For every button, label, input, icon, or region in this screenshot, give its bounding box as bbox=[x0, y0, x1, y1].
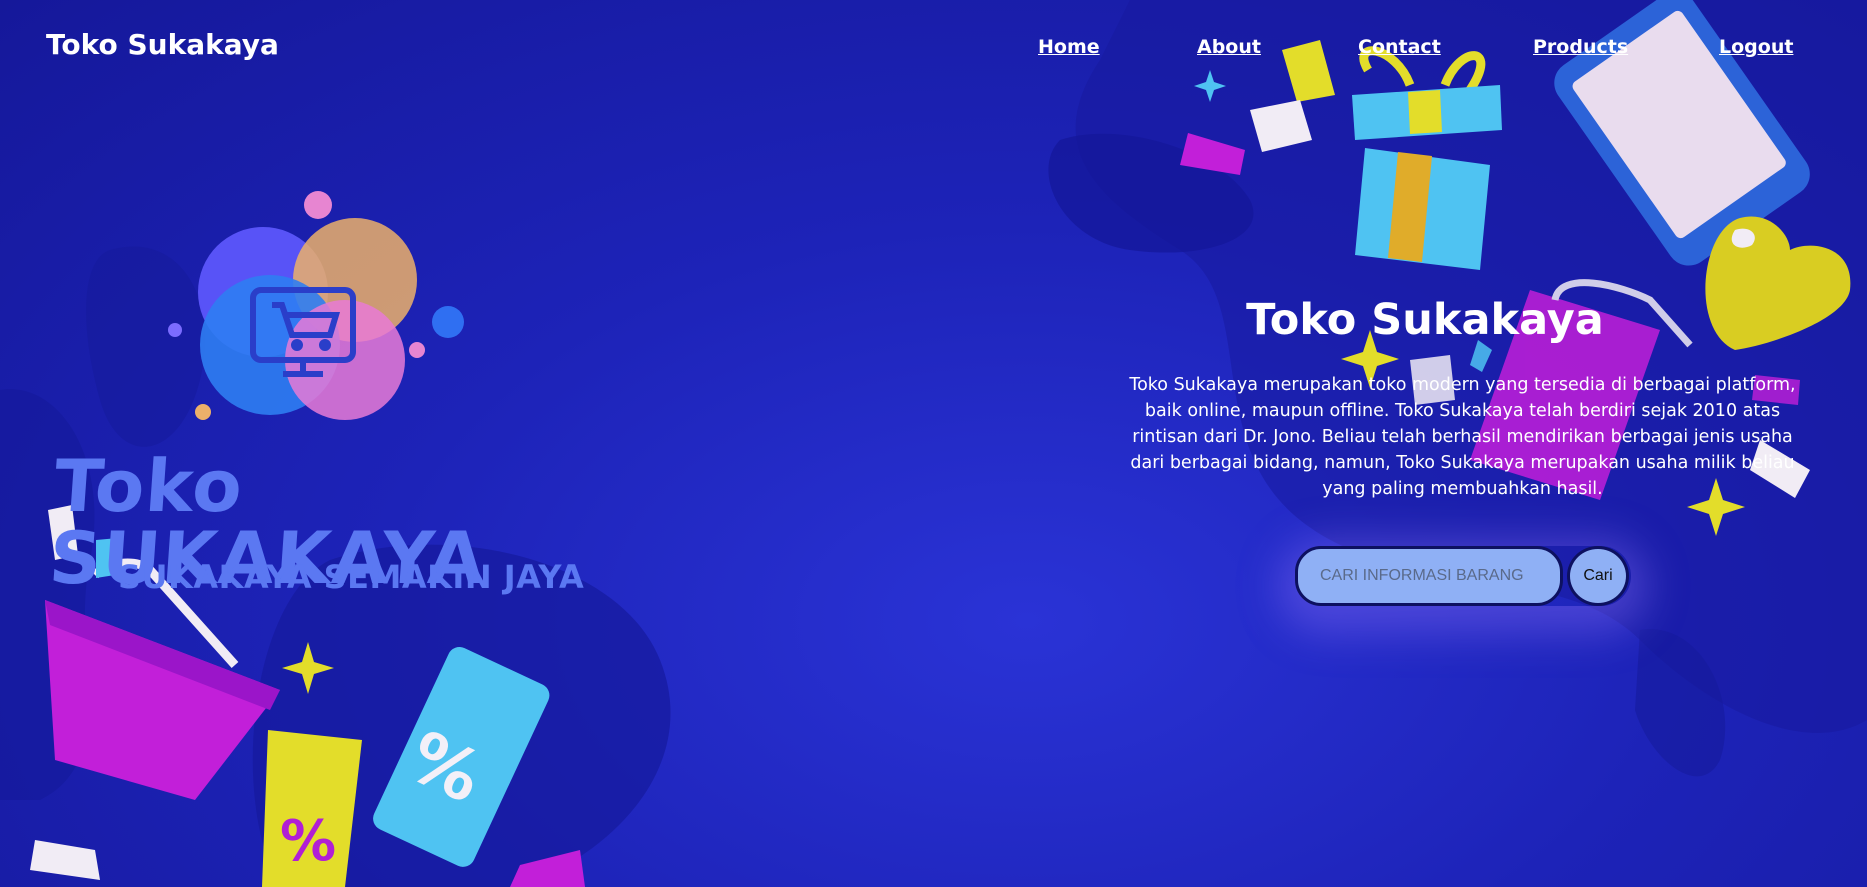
blob-shape bbox=[86, 246, 206, 447]
confetti-shape bbox=[1731, 228, 1755, 248]
logo-tagline: SUKAKAYA SEMAKIN JAYA bbox=[118, 558, 585, 596]
nav-link-contact[interactable]: Contact bbox=[1358, 36, 1441, 58]
search-input[interactable] bbox=[1295, 546, 1563, 606]
confetti-shape bbox=[30, 840, 100, 880]
nav-link-products[interactable]: Products bbox=[1533, 36, 1628, 58]
top-nav: Home About Contact Products Logout bbox=[0, 36, 1867, 66]
search-button[interactable]: Cari bbox=[1567, 546, 1629, 606]
svg-text:%: % bbox=[280, 809, 336, 874]
percent-icon: % bbox=[262, 730, 362, 887]
nav-link-home[interactable]: Home bbox=[1038, 36, 1100, 58]
logo-emblem bbox=[168, 191, 464, 420]
hero-description: Toko Sukakaya merupakan toko modern yang… bbox=[1129, 375, 1796, 499]
nav-link-logout[interactable]: Logout bbox=[1719, 36, 1793, 58]
nav-link-about[interactable]: About bbox=[1197, 36, 1261, 58]
hero-title: Toko Sukakaya bbox=[1246, 295, 1604, 345]
